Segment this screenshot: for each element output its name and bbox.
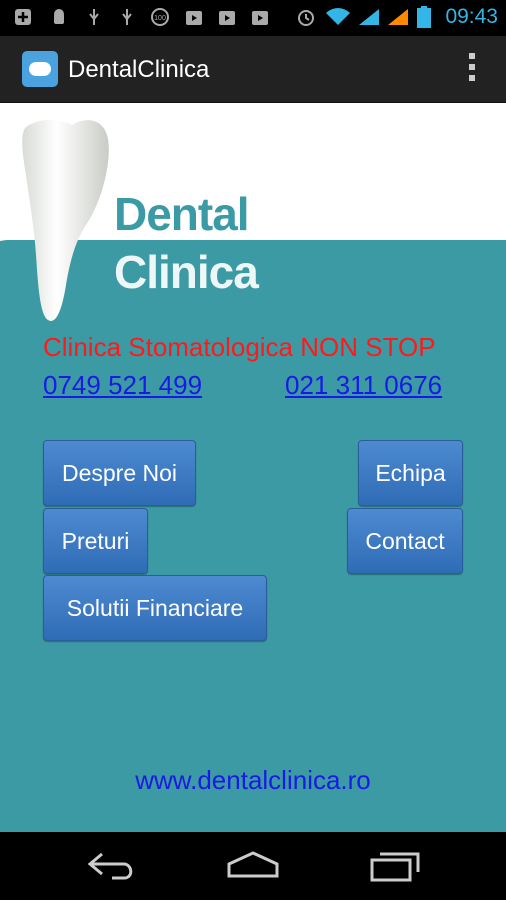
android-debug-icon bbox=[54, 9, 64, 24]
phone-link-2[interactable]: 021 311 0676 bbox=[285, 370, 442, 401]
action-bar: DentalClinica bbox=[0, 36, 506, 103]
solutii-financiare-button[interactable]: Solutii Financiare bbox=[43, 575, 267, 641]
signal-icon-2 bbox=[388, 9, 408, 25]
app-logo-icon[interactable] bbox=[22, 51, 58, 87]
phone-link-1[interactable]: 0749 521 499 bbox=[43, 370, 202, 401]
tooth-logo-icon bbox=[22, 120, 109, 321]
echipa-button[interactable]: Echipa bbox=[358, 440, 463, 506]
app-title: DentalClinica bbox=[68, 56, 210, 83]
alarm-icon bbox=[298, 10, 314, 26]
brand-name-line2: Clinica bbox=[114, 246, 259, 298]
navigation-bar bbox=[0, 832, 506, 900]
home-icon[interactable] bbox=[226, 850, 280, 882]
play-store-icon bbox=[186, 11, 202, 25]
website-link[interactable]: www.dentalclinica.ro bbox=[0, 765, 506, 796]
preturi-button[interactable]: Preturi bbox=[43, 508, 148, 574]
battery-100-icon: 100 bbox=[151, 8, 169, 26]
play-store-icon-3 bbox=[252, 11, 268, 25]
overflow-menu-icon[interactable] bbox=[468, 53, 476, 85]
clock-time: 09:43 bbox=[445, 5, 498, 28]
usb-icon bbox=[89, 9, 99, 25]
brand-name-line1: Dental bbox=[114, 188, 250, 240]
main-content: Dental Clinica Clinica Stomatologica NON… bbox=[0, 103, 506, 832]
usb-icon-2 bbox=[122, 9, 132, 25]
svg-text:100: 100 bbox=[154, 15, 166, 22]
wifi-icon bbox=[326, 8, 350, 25]
despre-noi-button[interactable]: Despre Noi bbox=[43, 440, 196, 506]
contact-button[interactable]: Contact bbox=[347, 508, 463, 574]
add-notification-icon bbox=[15, 9, 31, 25]
clinic-slogan: Clinica Stomatologica NON STOP bbox=[43, 332, 436, 362]
signal-icon bbox=[359, 9, 379, 25]
back-icon[interactable] bbox=[86, 850, 138, 882]
play-store-icon-2 bbox=[219, 11, 235, 25]
recent-apps-icon[interactable] bbox=[370, 850, 420, 882]
status-bar: 100 09:43 bbox=[0, 0, 506, 36]
battery-icon bbox=[417, 6, 431, 28]
